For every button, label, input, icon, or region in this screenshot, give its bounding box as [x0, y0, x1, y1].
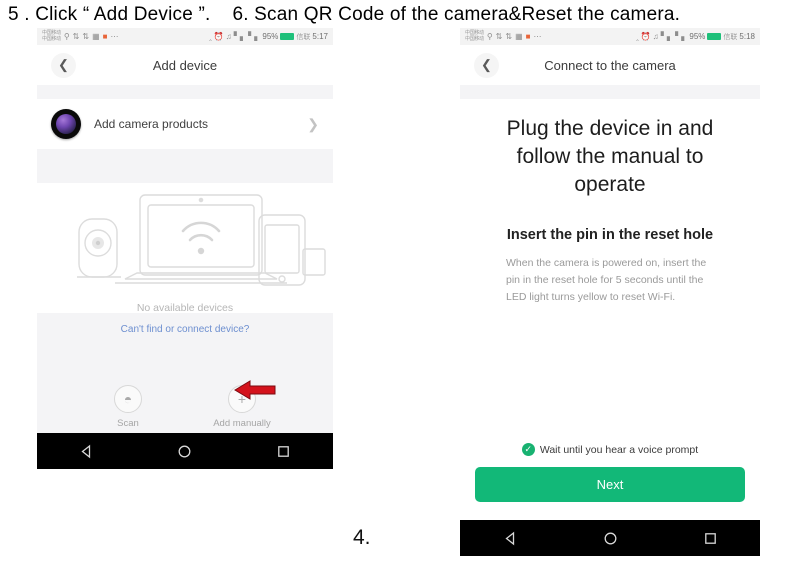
scan-icon: ◓: [114, 385, 142, 413]
alarm-icon-right: ⏰: [640, 32, 651, 41]
search-icon-right: ⚲: [486, 32, 493, 41]
battery-percent-label: 95%: [262, 32, 279, 41]
section-divider-right: [460, 85, 760, 99]
cant-find-device-link[interactable]: Can't find or connect device?: [37, 313, 333, 335]
bluetooth-icon: ‸: [209, 32, 212, 41]
voice-prompt-label: Wait until you hear a voice prompt: [539, 443, 699, 456]
download-icon: ⇅: [82, 32, 90, 41]
network-label-right: 信联: [723, 33, 738, 41]
signal-bars-icon-2: ▘▖: [248, 32, 261, 41]
status-bar-left-group-right: 中国移动 中国移动 ⚲ ⇅ ⇅ ▦ ■ ⋯: [465, 30, 542, 42]
status-bar-clock-right: 5:18: [739, 32, 755, 41]
download-icon-right: ⇅: [505, 32, 513, 41]
app-icon: ■: [102, 32, 108, 41]
mute-icon-right: ♫: [652, 32, 659, 41]
android-nav-bar-right: [460, 520, 760, 556]
caption-step-6: 6. Scan QR Code of the camera&Reset the …: [232, 4, 681, 25]
app-title-bar-left: ❮ Add device: [37, 45, 333, 85]
chevron-left-icon: ❮: [58, 57, 69, 72]
page-title-right: Connect to the camera: [544, 57, 676, 73]
nav-back-triangle-icon[interactable]: [79, 444, 94, 459]
section-divider-middle: [37, 149, 333, 183]
nav-back-triangle-icon-right[interactable]: [503, 531, 518, 546]
signal-bars-icon-right-2: ▘▖: [675, 32, 688, 41]
battery-icon: [280, 33, 295, 40]
devices-wifi-illustration: No available devices: [37, 183, 333, 314]
status-bar-left: 中国移动 中国移动 ⚲ ⇅ ⇅ ▦ ■ ⋯ ‸ ⏰ ♫ ▘▖ ▘▖ 95% 信联…: [37, 28, 333, 45]
add-camera-products-label: Add camera products: [94, 117, 209, 131]
section-divider-top: [37, 85, 333, 99]
back-button-right[interactable]: ❮: [474, 52, 499, 78]
status-bar-right: 中国移动 中国移动 ⚲ ⇅ ⇅ ▦ ■ ⋯ ‸ ⏰ ♫ ▘▖ ▘▖ 95% 信联…: [460, 28, 760, 45]
illustration-svg: [77, 194, 326, 286]
carrier-label-right: 中国移动 中国移动: [465, 30, 484, 42]
upload-icon: ⇅: [72, 32, 80, 41]
sim-icon: ▦: [92, 32, 100, 41]
status-bar-left-group: 中国移动 中国移动 ⚲ ⇅ ⇅ ▦ ■ ⋯: [42, 30, 119, 42]
app-icon-right: ■: [525, 32, 531, 41]
android-nav-bar-left: [37, 433, 333, 469]
nav-recents-square-icon[interactable]: [276, 444, 291, 459]
scan-button[interactable]: ◓ Scan: [96, 385, 160, 429]
status-bar-right-group: ‸ ⏰ ♫ ▘▖ ▘▖ 95% 信联 5:17: [209, 32, 328, 42]
check-circle-icon: ✓: [521, 443, 535, 456]
nav-recents-square-icon-right[interactable]: [703, 531, 718, 546]
carrier-label: 中国移动 中国移动: [42, 30, 61, 42]
chevron-right-icon: ❯: [307, 115, 319, 132]
network-label: 信联: [296, 33, 311, 41]
add-camera-products-row[interactable]: Add camera products ❯: [37, 99, 333, 149]
battery-icon-right: [707, 33, 722, 40]
page-title: Add device: [152, 57, 218, 73]
sim-icon-right: ▦: [515, 32, 523, 41]
reset-hole-subheading: Insert the pin in the reset hole: [506, 227, 714, 243]
hero-heading: Plug the device in and follow the manual…: [506, 117, 714, 196]
more-icon: ⋯: [110, 32, 119, 41]
add-manually-label: Add manually: [213, 418, 271, 429]
phone-screenshot-left: 中国移动 中国移动 ⚲ ⇅ ⇅ ▦ ■ ⋯ ‸ ⏰ ♫ ▘▖ ▘▖ 95% 信联…: [37, 28, 333, 556]
status-bar-clock: 5:17: [312, 32, 328, 41]
chevron-left-icon-right: ❮: [481, 57, 492, 72]
signal-bars-icon: ▘▖: [233, 32, 247, 41]
help-and-actions-panel: Can't find or connect device? ◓ Scan + A…: [37, 313, 333, 433]
status-bar-right-group-right: ‸ ⏰ ♫ ▘▖ ▘▖ 95% 信联 5:18: [636, 32, 755, 42]
action-buttons-row: ◓ Scan + Add manually: [37, 385, 333, 429]
mute-icon: ♫: [225, 32, 232, 41]
phone-screenshot-right: 中国移动 中国移动 ⚲ ⇅ ⇅ ▦ ■ ⋯ ‸ ⏰ ♫ ▘▖ ▘▖ 95% 信联…: [460, 28, 760, 556]
next-button[interactable]: Next: [475, 467, 745, 502]
reset-hole-body-text: When the camera is powered on, insert th…: [506, 257, 707, 303]
search-icon: ⚲: [63, 32, 70, 41]
nav-home-circle-icon-right[interactable]: [603, 531, 618, 546]
more-icon-right: ⋯: [533, 32, 542, 41]
carrier-line-2-right: 中国移动: [465, 35, 484, 42]
step-marker-4: 4.: [353, 526, 371, 549]
camera-lens-icon: [51, 109, 81, 139]
app-title-bar-right: ❮ Connect to the camera: [460, 45, 760, 85]
scan-label: Scan: [117, 418, 139, 429]
carrier-line-2: 中国移动: [42, 35, 61, 42]
bluetooth-icon-right: ‸: [636, 32, 639, 41]
instruction-captions: 5 . Click “ Add Device ”. 6. Scan QR Cod…: [8, 2, 788, 28]
caption-step-5: 5 . Click “ Add Device ”.: [8, 4, 211, 25]
back-button[interactable]: ❮: [51, 52, 76, 78]
signal-bars-icon-right: ▘▖: [660, 32, 674, 41]
upload-icon-right: ⇅: [495, 32, 503, 41]
alarm-icon: ⏰: [213, 32, 224, 41]
camera-lens-inner: [56, 114, 76, 134]
red-left-arrow-annotation: [234, 380, 276, 400]
nav-home-circle-icon[interactable]: [177, 444, 192, 459]
voice-prompt-confirmation: ✓ Wait until you hear a voice prompt: [460, 443, 760, 456]
battery-percent-label-right: 95%: [689, 32, 706, 41]
